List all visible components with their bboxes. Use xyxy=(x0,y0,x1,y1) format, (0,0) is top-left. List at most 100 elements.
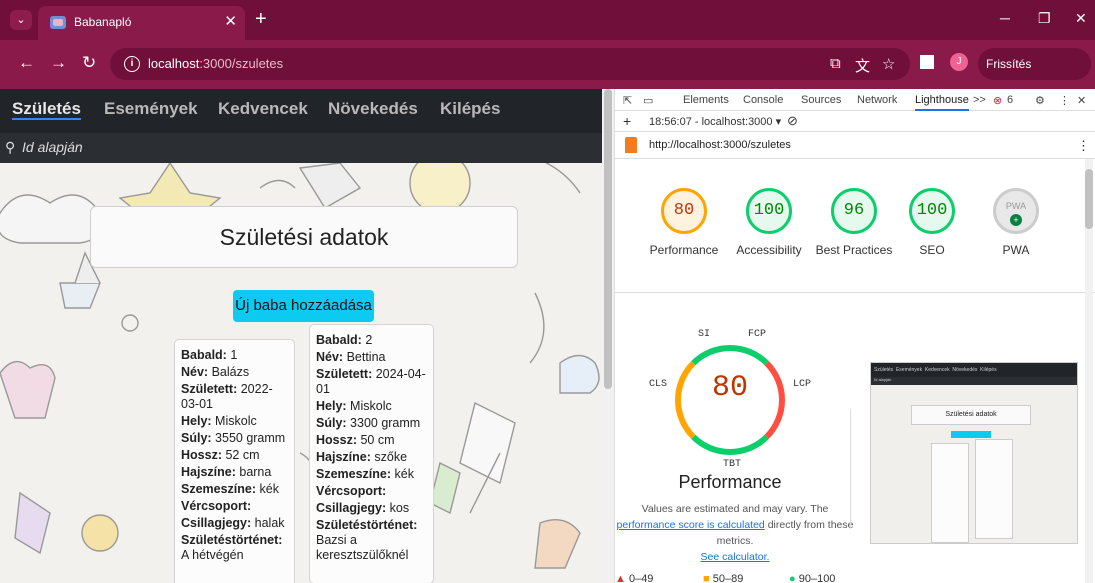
field-label: Súly: xyxy=(181,431,212,445)
label-seo: SEO xyxy=(919,243,945,257)
score-calculated-link[interactable]: performance score is calculated xyxy=(617,519,765,531)
site-info-icon[interactable]: i xyxy=(124,56,140,72)
browser-tab[interactable]: Babanapló ✕ xyxy=(38,6,245,40)
nav-novekedes[interactable]: Növekedés xyxy=(328,99,418,119)
field-value: kos xyxy=(386,501,410,515)
kebab-menu-icon[interactable]: ⋮ xyxy=(1059,94,1070,107)
thumb-card xyxy=(931,443,969,543)
bookmark-star-icon[interactable]: ☆ xyxy=(882,55,895,73)
field-value: Balázs xyxy=(208,365,250,379)
performance-note: Values are estimated and may vary. The p… xyxy=(616,503,854,563)
add-baby-button[interactable]: Új baba hozzáadása xyxy=(233,290,374,322)
restore-icon[interactable]: ❐ xyxy=(1038,10,1051,27)
card-field: Hely: Miskolc xyxy=(316,399,429,414)
card-field: Hossz: 52 cm xyxy=(181,448,290,463)
field-value: Bettina xyxy=(343,350,386,364)
report-selector[interactable]: 18:56:07 - localhost:3000 ▾ xyxy=(649,115,781,128)
field-label: Szemeszíne: xyxy=(181,482,257,496)
legend-average: ■ 50–89 xyxy=(703,573,744,583)
metric-fcp[interactable]: FCP xyxy=(748,329,766,340)
tab-close-icon[interactable]: ✕ xyxy=(224,12,237,30)
score-seo[interactable]: 100 xyxy=(909,188,955,234)
metric-si[interactable]: SI xyxy=(698,329,710,340)
score-accessibility[interactable]: 100 xyxy=(746,188,792,234)
metric-cls[interactable]: CLS xyxy=(649,379,667,390)
legend-good: ● 90–100 xyxy=(789,573,836,583)
field-label: Hely: xyxy=(181,414,212,428)
field-label: Csillagjegy: xyxy=(316,501,387,515)
score-performance[interactable]: 80 xyxy=(661,188,707,234)
score-best-practices[interactable]: 96 xyxy=(831,188,877,234)
update-button[interactable]: Frissítés befejezése ⋮ xyxy=(978,48,1091,103)
thumb-button xyxy=(951,431,991,438)
field-value: Miskolc xyxy=(211,414,257,428)
card-field: Született: 2024-04-01 xyxy=(316,367,429,397)
page-scrollbar[interactable] xyxy=(602,89,614,583)
page-scrollbar-thumb[interactable] xyxy=(604,89,612,389)
card-field: Súly: 3550 gramm xyxy=(181,431,290,446)
field-label: Babald: xyxy=(316,333,362,347)
tab-search-button[interactable]: ⌄ xyxy=(10,10,32,30)
reload-icon[interactable]: ↻ xyxy=(82,53,96,73)
devtools-tabs: ⇱ ▭ Elements Console Sources Network Lig… xyxy=(615,89,1095,111)
omnibox[interactable]: i localhost:3000/szuletes ⧉ 文 ☆ xyxy=(110,48,910,80)
field-label: Hossz: xyxy=(181,448,222,462)
card-field: Vércsoport: xyxy=(181,499,290,514)
translate-icon[interactable]: 文 xyxy=(855,55,870,76)
minimize-icon[interactable]: ─ xyxy=(1000,10,1010,26)
field-label: Vércsoport: xyxy=(316,484,387,498)
pwa-badge-icon[interactable]: PWA + xyxy=(993,188,1039,234)
forward-icon[interactable]: → xyxy=(50,53,67,73)
thumb-navbar: Születés Események Kedvencek Növekedés K… xyxy=(871,363,1077,377)
inspect-icon[interactable]: ⇱ xyxy=(623,94,632,107)
close-devtools-icon[interactable]: ✕ xyxy=(1077,94,1086,107)
nav-esemenyek[interactable]: Események xyxy=(104,99,198,119)
page-screenshot-thumbnail[interactable]: Születés Események Kedvencek Növekedés K… xyxy=(870,362,1078,544)
field-label: Hajszíne: xyxy=(316,450,371,464)
field-label: Születéstörténet: xyxy=(316,518,418,532)
label-best-practices: Best Practices xyxy=(815,243,893,257)
nav-kedvencek[interactable]: Kedvencek xyxy=(218,99,308,119)
site-navbar: Születés Események Kedvencek Növekedés K… xyxy=(0,89,602,133)
metric-lcp[interactable]: LCP xyxy=(793,379,811,390)
report-menu-icon[interactable]: ⋮ xyxy=(1077,138,1090,154)
error-icon[interactable]: ⊗ xyxy=(993,94,1002,107)
card-field: Súly: 3300 gramm xyxy=(316,416,429,431)
add-report-icon[interactable]: + xyxy=(623,113,631,129)
thumb-card xyxy=(975,439,1013,539)
search-bar[interactable]: ⚲ Id alapján xyxy=(0,133,602,163)
clear-icon[interactable]: ⊘ xyxy=(787,113,798,129)
url-text[interactable]: localhost:3000/szuletes xyxy=(148,56,283,71)
settings-gear-icon[interactable]: ⚙ xyxy=(1035,94,1045,107)
more-tabs-button[interactable]: >> xyxy=(973,94,986,106)
tab-console[interactable]: Console xyxy=(743,94,783,106)
new-tab-button[interactable]: + xyxy=(255,8,267,30)
field-label: Név: xyxy=(181,365,209,379)
field-label: Szemeszíne: xyxy=(316,467,392,481)
search-input[interactable]: Id alapján xyxy=(22,139,83,155)
tab-sources[interactable]: Sources xyxy=(801,94,841,106)
nav-szuletes[interactable]: Születés xyxy=(12,99,81,119)
field-value: halak xyxy=(251,516,285,530)
devtools-scrollbar-thumb[interactable] xyxy=(1085,169,1093,229)
metric-tbt[interactable]: TBT xyxy=(723,459,741,470)
field-label: Vércsoport: xyxy=(181,499,252,513)
devtools-scrollbar[interactable] xyxy=(1085,159,1093,583)
tab-title: Babanapló xyxy=(74,15,132,29)
calculator-link[interactable]: See calculator. xyxy=(701,551,770,563)
report-url[interactable]: http://localhost:3000/szuletes xyxy=(649,139,791,151)
back-icon[interactable]: ← xyxy=(18,53,35,73)
side-panel-icon[interactable] xyxy=(920,55,934,69)
favicon-icon xyxy=(50,16,66,29)
install-icon[interactable]: ⧉ xyxy=(830,55,841,72)
close-window-icon[interactable]: ✕ xyxy=(1075,10,1087,27)
nav-kilepes[interactable]: Kilépés xyxy=(440,99,500,119)
field-value: szőke xyxy=(370,450,408,464)
card-field: Szemeszíne: kék xyxy=(181,482,290,497)
tab-elements[interactable]: Elements xyxy=(683,94,729,106)
device-toggle-icon[interactable]: ▭ xyxy=(643,94,653,107)
profile-avatar[interactable]: J xyxy=(950,53,968,71)
label-accessibility: Accessibility xyxy=(736,243,802,257)
tab-lighthouse[interactable]: Lighthouse xyxy=(915,94,969,111)
tab-network[interactable]: Network xyxy=(857,94,897,106)
